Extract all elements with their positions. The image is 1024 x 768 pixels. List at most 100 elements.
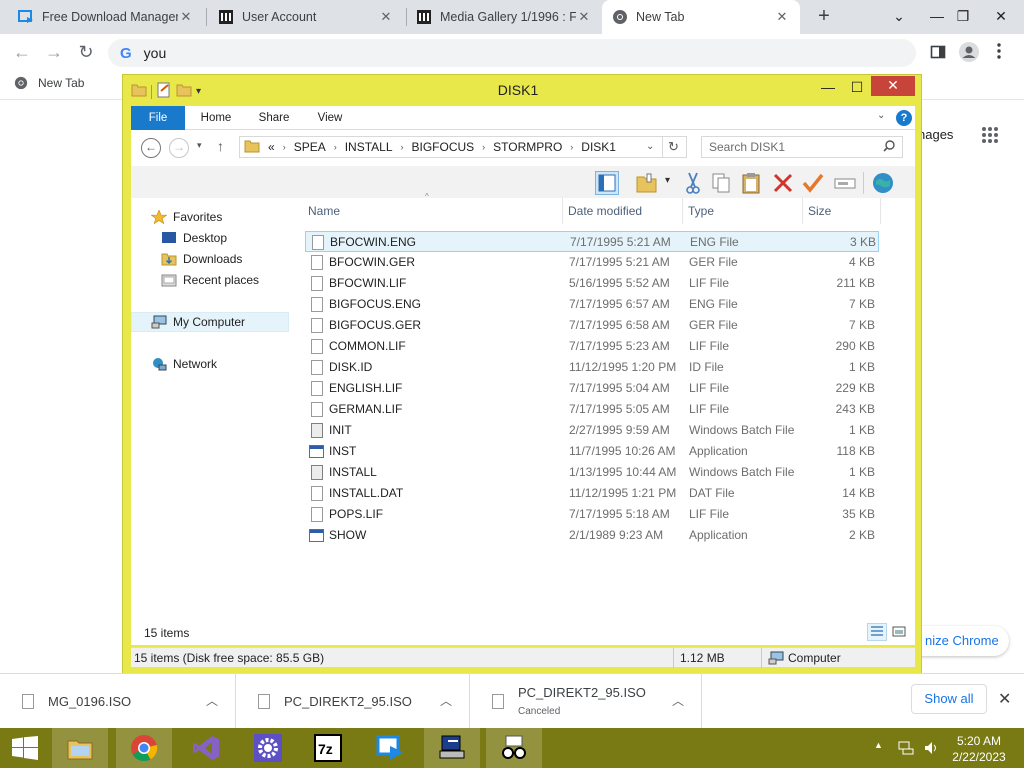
tab-free-download-manager[interactable]: Free Download Manager ✕ [8,0,204,34]
back-arrow-icon[interactable]: ← [141,138,161,158]
taskbar-settings[interactable] [240,728,296,768]
start-button[interactable] [0,728,56,768]
breadcrumb-arrow-icon[interactable]: › [334,142,337,152]
minimize-icon[interactable]: — [813,77,843,99]
column-header-size[interactable]: Size [803,198,881,224]
file-row[interactable]: DISK.ID 11/12/1995 1:20 PM ID File 1 KB [305,357,879,378]
show-all-button[interactable]: Show all [911,684,987,714]
breadcrumb-spea[interactable]: SPEA [294,140,326,154]
ribbon-tab-home[interactable]: Home [193,106,239,130]
chevron-up-icon[interactable]: ︿ [672,692,684,709]
volume-icon[interactable] [924,740,940,768]
tab-close-icon[interactable]: ✕ [178,9,194,25]
file-row[interactable]: ENGLISH.LIF 7/17/1995 5:04 AM LIF File 229 … [305,378,879,399]
omnibox[interactable]: G you [108,39,916,67]
file-row[interactable]: BFOCWIN.LIF 5/16/1995 5:52 AM LIF File 211 … [305,273,879,294]
reload-icon[interactable]: ↻ [74,42,98,62]
breadcrumb-overflow[interactable]: « [268,140,275,154]
nav-my-computer[interactable]: My Computer [151,315,245,329]
network-tray-icon[interactable] [898,740,914,768]
taskbar-chrome[interactable] [116,728,172,768]
tab-media-gallery[interactable]: Media Gallery 1/1996 : Fr ✕ [406,0,602,34]
file-row[interactable]: BIGFOCUS.ENG 7/17/1995 6:57 AM ENG File 7 K… [305,294,879,315]
expand-ribbon-chevron-icon[interactable]: ⌄ [877,110,885,121]
taskbar-reader-app[interactable] [486,728,542,768]
ribbon-tab-file[interactable]: File [131,106,185,130]
address-bar[interactable]: « › SPEA › INSTALL › BIGFOCUS › STORMPRO… [239,136,687,158]
large-icons-view-icon[interactable] [889,623,909,641]
breadcrumb-stormpro[interactable]: STORMPRO [493,140,562,154]
side-panel-icon[interactable] [930,44,946,60]
preview-pane-icon[interactable] [595,171,619,195]
chevron-up-icon[interactable]: ︿ [440,692,452,709]
folder-options-icon[interactable] [635,171,659,195]
file-row[interactable]: BFOCWIN.GER 7/17/1995 5:21 AM GER File 4 KB [305,252,879,273]
refresh-icon[interactable]: ↻ [668,139,679,155]
menu-dots-icon[interactable] [996,42,1002,60]
profile-avatar-icon[interactable] [958,41,980,63]
recent-locations-icon[interactable]: ▾ [197,140,202,151]
nav-network[interactable]: Network [151,357,217,371]
file-row[interactable]: GERMAN.LIF 7/17/1995 5:05 AM LIF File 243 K… [305,399,879,420]
maximize-icon[interactable]: ☐ [843,77,871,99]
address-dropdown-icon[interactable]: ⌄ [646,141,654,152]
tab-close-icon[interactable]: ✕ [378,9,394,25]
forward-arrow-icon[interactable]: → [169,138,189,158]
taskbar-clock[interactable]: 5:20 AM 2/22/2023 [944,733,1014,765]
breadcrumb-bigfocus[interactable]: BIGFOCUS [412,140,475,154]
tab-close-icon[interactable]: ✕ [576,9,592,25]
ribbon-tab-share[interactable]: Share [251,106,297,130]
breadcrumb-disk1[interactable]: DISK1 [581,140,616,154]
taskbar-file-explorer[interactable] [52,728,108,768]
file-row[interactable]: BIGFOCUS.GER 7/17/1995 6:58 AM GER File 7 K… [305,315,879,336]
help-icon[interactable]: ? [896,110,912,126]
tab-new-tab[interactable]: New Tab ✕ [602,0,800,34]
close-icon[interactable]: ✕ [871,76,915,96]
breadcrumb-arrow-icon[interactable]: › [570,142,573,152]
file-row[interactable]: INSTALL.DAT 11/12/1995 1:21 PM DAT File 14 … [305,483,879,504]
nav-recent-places[interactable]: Recent places [161,273,259,287]
file-row[interactable]: BFOCWIN.ENG 7/17/1995 5:21 AM ENG File 3 KB [305,231,879,252]
file-row[interactable]: SHOW 2/1/1989 9:23 AM Application 2 KB [305,525,879,546]
rename-icon[interactable] [833,171,857,195]
google-apps-icon[interactable] [981,126,999,144]
new-tab-plus-icon[interactable]: + [812,5,836,29]
nav-desktop[interactable]: Desktop [161,231,227,245]
up-arrow-icon[interactable]: ↑ [217,138,224,154]
nav-favorites[interactable]: Favorites [150,209,222,225]
nav-downloads[interactable]: Downloads [161,252,242,266]
paste-icon[interactable] [739,171,763,195]
taskbar-7zip[interactable]: 7z [300,728,356,768]
details-view-icon[interactable] [867,623,887,641]
images-link[interactable]: nages [918,127,953,142]
search-input[interactable]: Search DISK1 [701,136,903,158]
file-row[interactable]: COMMON.LIF 7/17/1995 5:23 AM LIF File 290 K… [305,336,879,357]
column-header-type[interactable]: Type [683,198,803,224]
taskbar-download-manager[interactable] [362,728,418,768]
cut-icon[interactable] [681,171,705,195]
file-row[interactable]: INST 11/7/1995 10:26 AM Application 118 KB [305,441,879,462]
file-row[interactable]: POPS.LIF 7/17/1995 5:18 AM LIF File 35 KB [305,504,879,525]
globe-icon[interactable] [871,171,895,195]
forward-arrow-icon[interactable]: → [42,42,66,62]
folder-options-dropdown-icon[interactable]: ▾ [665,175,670,186]
breadcrumb-arrow-icon[interactable]: › [283,142,286,152]
checkmark-icon[interactable] [801,171,825,195]
download-item[interactable]: MG_0196.ISO ︿ [0,674,236,729]
column-header-name[interactable]: Name [303,198,563,224]
breadcrumb-arrow-icon[interactable]: › [482,142,485,152]
close-icon[interactable]: ✕ [978,0,1024,34]
breadcrumb-arrow-icon[interactable]: › [401,142,404,152]
file-row[interactable]: INSTALL 1/13/1995 10:44 AM Windows Batch F… [305,462,879,483]
tab-user-account[interactable]: User Account ✕ [208,0,404,34]
ribbon-tab-view[interactable]: View [307,106,353,130]
tray-overflow-chevron-icon[interactable]: ▲ [874,740,883,768]
breadcrumb-install[interactable]: INSTALL [345,140,393,154]
file-row[interactable]: INIT 2/27/1995 9:59 AM Windows Batch File 1… [305,420,879,441]
copy-icon[interactable] [709,171,733,195]
tab-close-icon[interactable]: ✕ [774,9,790,25]
bookmark-new-tab[interactable]: New Tab [14,76,84,90]
close-icon[interactable]: ✕ [998,689,1011,709]
taskbar-visual-studio[interactable] [178,728,234,768]
download-item[interactable]: PC_DIREKT2_95.ISO ︿ [236,674,470,729]
